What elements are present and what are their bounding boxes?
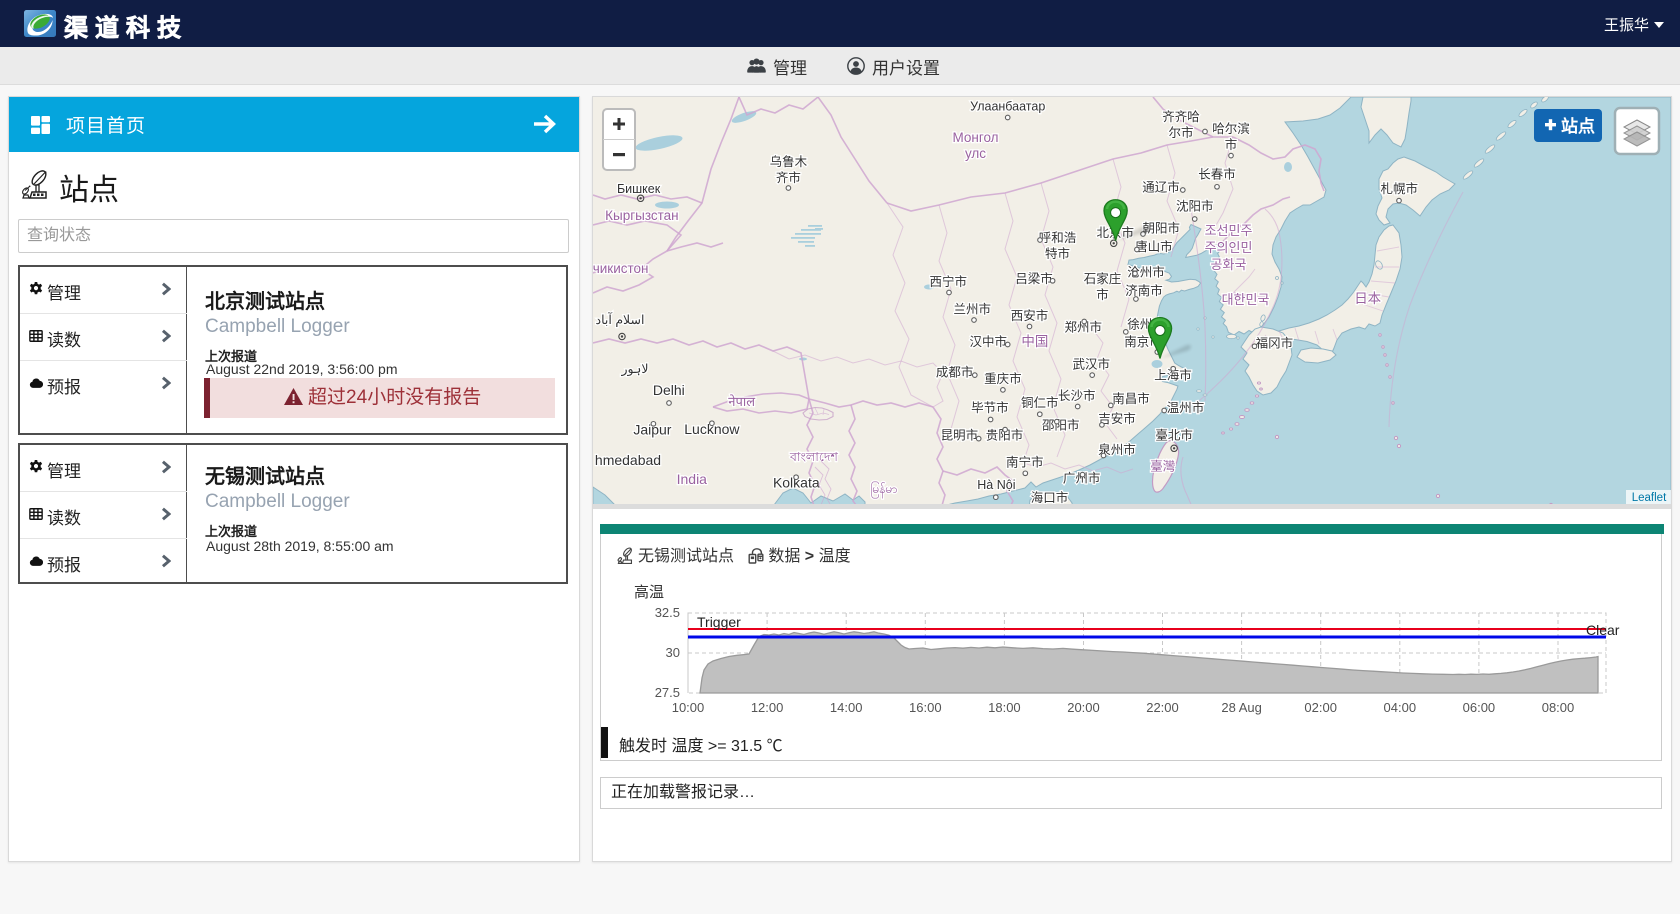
svg-text:吕梁市: 吕梁市 (1015, 271, 1053, 286)
svg-text:Монгол: Монгол (952, 130, 998, 145)
svg-text:海口市: 海口市 (1031, 490, 1069, 505)
svg-text:22:00: 22:00 (1146, 700, 1179, 715)
svg-text:hmedabad: hmedabad (595, 452, 661, 468)
svg-text:16:00: 16:00 (909, 700, 942, 715)
svg-text:昆明市: 昆明市 (941, 427, 979, 442)
svg-text:重庆市: 重庆市 (984, 371, 1022, 386)
svg-text:福冈市: 福冈市 (1256, 336, 1294, 351)
svg-text:西安市: 西安市 (1011, 308, 1049, 323)
svg-text:朝阳市: 朝阳市 (1143, 221, 1181, 236)
svg-text:Trigger: Trigger (697, 614, 741, 630)
svg-text:武汉市: 武汉市 (1073, 357, 1111, 372)
svg-text:尔市: 尔市 (1168, 125, 1193, 140)
svg-text:очикистон: очикистон (593, 261, 648, 276)
svg-text:Leaflet: Leaflet (1632, 492, 1667, 504)
svg-text:石家庄: 石家庄 (1084, 271, 1122, 286)
svg-text:齐市: 齐市 (776, 170, 801, 185)
svg-text:哈尔滨: 哈尔滨 (1212, 121, 1250, 136)
svg-text:12:00: 12:00 (751, 700, 784, 715)
svg-text:长春市: 长春市 (1198, 167, 1236, 182)
svg-text:주의인민: 주의인민 (1205, 240, 1253, 255)
svg-text:沈阳市: 沈阳市 (1176, 199, 1214, 214)
svg-text:成都市: 成都市 (936, 365, 974, 380)
svg-text:站点: 站点 (1561, 116, 1595, 136)
svg-text:India: India (677, 471, 708, 487)
svg-text:20:00: 20:00 (1067, 700, 1100, 715)
svg-text:中国: 中国 (1021, 334, 1048, 349)
svg-text:대한민국: 대한민국 (1222, 292, 1270, 307)
svg-text:乌鲁木: 乌鲁木 (770, 154, 808, 169)
svg-text:臺灣: 臺灣 (1150, 459, 1175, 474)
svg-text:日本: 日本 (1354, 291, 1382, 306)
svg-text:28 Aug: 28 Aug (1221, 700, 1262, 715)
svg-text:札幌市: 札幌市 (1380, 181, 1418, 196)
svg-text:西宁市: 西宁市 (929, 274, 967, 289)
svg-text:04:00: 04:00 (1384, 700, 1417, 715)
svg-text:Бишкек: Бишкек (617, 182, 661, 196)
svg-text:毕节市: 毕节市 (971, 400, 1009, 415)
svg-text:市: 市 (1225, 137, 1238, 152)
svg-text:বাংলাদেশ: বাংলাদেশ (789, 450, 838, 464)
svg-text:08:00: 08:00 (1542, 700, 1575, 715)
svg-text:27.5: 27.5 (655, 685, 680, 700)
svg-text:齐齐哈: 齐齐哈 (1162, 109, 1200, 124)
svg-text:兰州市: 兰州市 (954, 302, 992, 317)
svg-text:14:00: 14:00 (830, 700, 863, 715)
svg-text:通辽市: 通辽市 (1142, 180, 1180, 195)
svg-text:30: 30 (666, 645, 680, 660)
svg-text:唐山市: 唐山市 (1135, 239, 1173, 254)
svg-text:नेपाल: नेपाल (728, 394, 755, 409)
svg-text:南宁市: 南宁市 (1006, 455, 1044, 470)
svg-text:长沙市: 长沙市 (1058, 388, 1096, 403)
svg-text:邵阳市: 邵阳市 (1042, 418, 1080, 433)
svg-text:济南市: 济南市 (1125, 283, 1163, 298)
svg-text:呼和浩: 呼和浩 (1039, 231, 1077, 245)
svg-text:臺北市: 臺北市 (1155, 427, 1193, 442)
svg-text:공화국: 공화국 (1211, 257, 1247, 272)
svg-text:温州市: 温州市 (1167, 400, 1205, 415)
svg-text:32.5: 32.5 (655, 605, 680, 620)
svg-text:لاہور: لاہور (621, 362, 649, 377)
svg-text:汉中市: 汉中市 (970, 334, 1008, 349)
svg-text:特市: 特市 (1045, 246, 1070, 261)
svg-text:铜仁市: 铜仁市 (1021, 395, 1059, 410)
svg-text:Hà Nội: Hà Nội (977, 478, 1015, 492)
svg-text:18:00: 18:00 (988, 700, 1021, 715)
svg-text:Улаанбаатар: Улаанбаатар (970, 100, 1045, 114)
svg-text:06:00: 06:00 (1463, 700, 1496, 715)
svg-text:南昌市: 南昌市 (1112, 391, 1150, 406)
svg-text:Кыргызстан: Кыргызстан (605, 208, 679, 223)
svg-text:اسلام آباد: اسلام آباد (596, 311, 645, 328)
svg-text:Delhi: Delhi (653, 382, 685, 398)
svg-text:Clear: Clear (1586, 622, 1620, 638)
svg-text:10:00: 10:00 (672, 700, 705, 715)
svg-text:市: 市 (1096, 287, 1109, 302)
svg-text:02:00: 02:00 (1304, 700, 1337, 715)
svg-text:улс: улс (965, 146, 986, 161)
svg-text:조선민주: 조선민주 (1205, 223, 1253, 238)
